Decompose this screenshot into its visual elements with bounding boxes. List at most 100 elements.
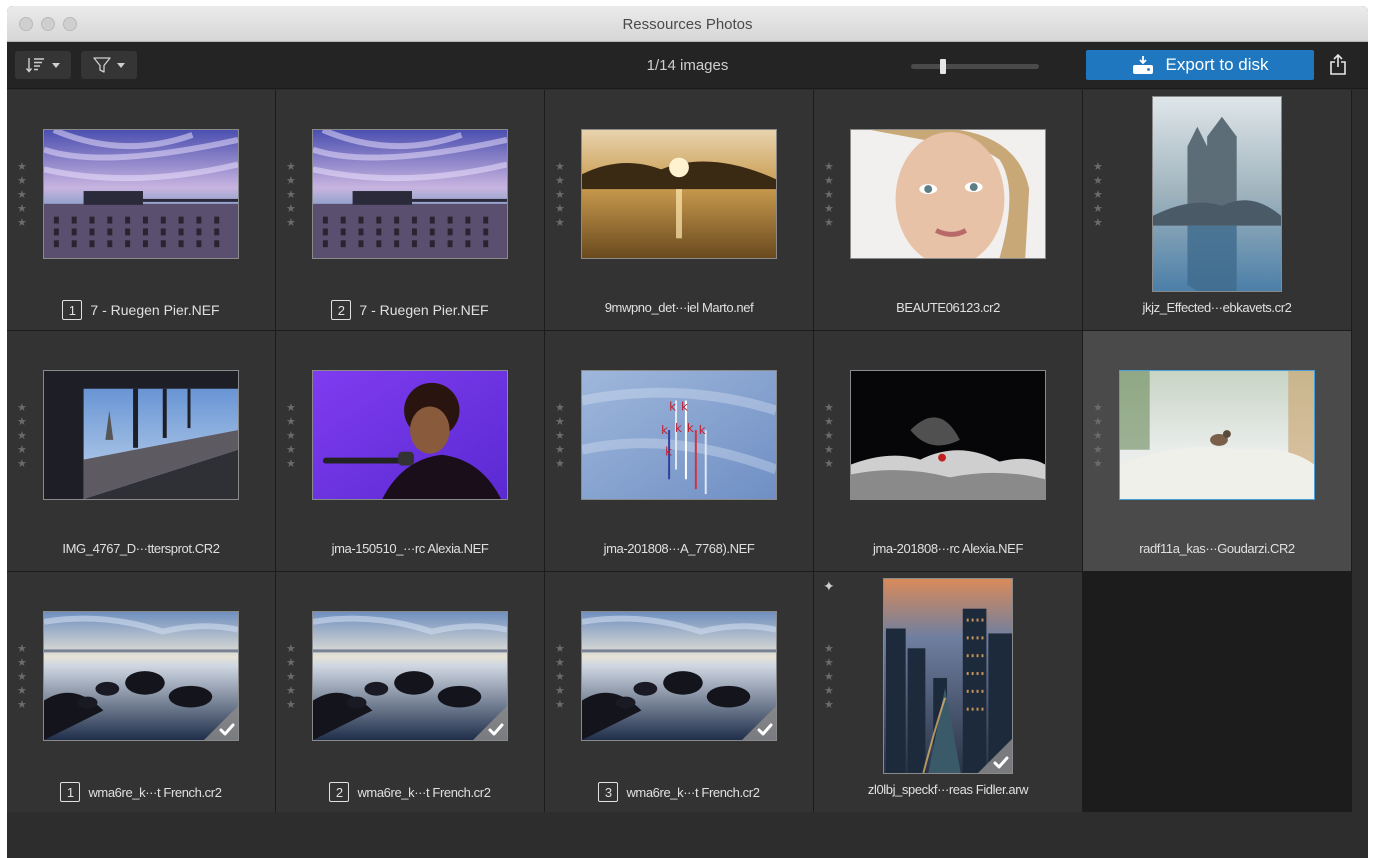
star-icon[interactable]: ★ [555, 203, 565, 216]
star-icon[interactable]: ★ [286, 657, 296, 670]
image-thumbnail[interactable] [43, 129, 239, 259]
image-thumbnail[interactable] [312, 611, 508, 741]
zoom-slider-handle[interactable] [940, 59, 946, 74]
star-icon[interactable]: ★ [824, 217, 834, 230]
star-icon[interactable]: ★ [17, 671, 27, 684]
star-rating[interactable]: ★ ★ ★ ★ ★ [286, 161, 296, 230]
star-rating[interactable]: ★ ★ ★ ★ ★ [555, 402, 565, 471]
image-thumbnail[interactable] [312, 129, 508, 259]
star-icon[interactable]: ★ [555, 657, 565, 670]
star-rating[interactable]: ★ ★ ★ ★ ★ [824, 161, 834, 230]
image-cell[interactable]: ★ ★ ★ ★ ★ 3 wma6re_k···t French.cr2 [545, 572, 813, 812]
star-icon[interactable]: ★ [1093, 458, 1103, 471]
star-icon[interactable]: ★ [824, 458, 834, 471]
image-thumbnail[interactable] [850, 129, 1046, 259]
image-thumbnail[interactable] [581, 129, 777, 259]
star-icon[interactable]: ★ [555, 189, 565, 202]
star-rating[interactable]: ★ ★ ★ ★ ★ [17, 643, 27, 712]
star-rating[interactable]: ★ ★ ★ ★ ★ [824, 643, 834, 712]
image-thumbnail[interactable] [850, 370, 1046, 500]
sort-button[interactable] [15, 51, 71, 79]
image-cell[interactable]: ★ ★ ★ ★ ★ IMG_4767_D···ttersprot.CR2 [7, 331, 275, 571]
star-icon[interactable]: ★ [17, 189, 27, 202]
checkmark-icon[interactable] [742, 706, 776, 740]
star-icon[interactable]: ★ [286, 671, 296, 684]
star-icon[interactable]: ★ [824, 161, 834, 174]
star-icon[interactable]: ★ [555, 402, 565, 415]
star-icon[interactable]: ★ [286, 699, 296, 712]
star-icon[interactable]: ★ [1093, 402, 1103, 415]
checkmark-icon[interactable] [473, 706, 507, 740]
star-icon[interactable]: ★ [17, 657, 27, 670]
star-icon[interactable]: ★ [1093, 444, 1103, 457]
image-cell[interactable]: ★ ★ ★ ★ ★ 1 wma6re_k···t French.cr2 [7, 572, 275, 812]
star-icon[interactable]: ★ [824, 685, 834, 698]
star-icon[interactable]: ★ [17, 175, 27, 188]
star-icon[interactable]: ★ [555, 430, 565, 443]
star-icon[interactable]: ★ [555, 699, 565, 712]
export-to-disk-button[interactable]: Export to disk [1086, 50, 1314, 80]
star-icon[interactable]: ★ [555, 444, 565, 457]
star-icon[interactable]: ★ [17, 430, 27, 443]
image-cell[interactable]: ★ ★ ★ ★ ★ k k k k k k k jma-201808···A_7768).NEF [545, 331, 813, 571]
star-icon[interactable]: ★ [286, 189, 296, 202]
share-button[interactable] [1318, 50, 1358, 80]
star-icon[interactable]: ★ [17, 685, 27, 698]
star-icon[interactable]: ★ [555, 161, 565, 174]
star-icon[interactable]: ★ [555, 671, 565, 684]
star-icon[interactable]: ★ [824, 643, 834, 656]
star-icon[interactable]: ★ [17, 699, 27, 712]
star-icon[interactable]: ★ [1093, 416, 1103, 429]
star-icon[interactable]: ★ [286, 402, 296, 415]
checkmark-icon[interactable] [204, 706, 238, 740]
star-icon[interactable]: ★ [824, 657, 834, 670]
star-icon[interactable]: ★ [555, 685, 565, 698]
star-icon[interactable]: ★ [286, 430, 296, 443]
star-rating[interactable]: ★ ★ ★ ★ ★ [1093, 402, 1103, 471]
star-rating[interactable]: ★ ★ ★ ★ ★ [286, 402, 296, 471]
star-icon[interactable]: ★ [555, 217, 565, 230]
image-thumbnail[interactable] [1152, 96, 1282, 292]
star-icon[interactable]: ★ [17, 458, 27, 471]
image-thumbnail[interactable] [312, 370, 508, 500]
star-rating[interactable]: ★ ★ ★ ★ ★ [555, 643, 565, 712]
star-icon[interactable]: ★ [824, 699, 834, 712]
star-rating[interactable]: ★ ★ ★ ★ ★ [286, 643, 296, 712]
image-cell[interactable]: ★ ★ ★ ★ ★ 2 wma6re_k···t French.cr2 [276, 572, 544, 812]
star-icon[interactable]: ★ [17, 416, 27, 429]
image-thumbnail[interactable] [883, 578, 1013, 774]
star-icon[interactable]: ★ [824, 175, 834, 188]
image-cell[interactable]: ★ ★ ★ ★ ★ 2 7 - Ruegen Pier.NEF [276, 90, 544, 330]
image-thumbnail[interactable] [43, 370, 239, 500]
star-icon[interactable]: ★ [824, 416, 834, 429]
star-rating[interactable]: ★ ★ ★ ★ ★ [1093, 161, 1103, 230]
star-icon[interactable]: ★ [286, 685, 296, 698]
image-cell[interactable]: ★ ★ ★ ★ ★ jma-201808···rc Alexia.NEF [814, 331, 1082, 571]
image-thumbnail[interactable] [581, 611, 777, 741]
star-icon[interactable]: ★ [17, 643, 27, 656]
star-icon[interactable]: ★ [1093, 203, 1103, 216]
image-cell[interactable]: ★ ★ ★ ★ ★ 9mwpno_det···iel Marto.nef [545, 90, 813, 330]
star-icon[interactable]: ★ [17, 203, 27, 216]
star-rating[interactable]: ★ ★ ★ ★ ★ [17, 161, 27, 230]
star-icon[interactable]: ★ [286, 416, 296, 429]
image-cell[interactable]: ★ ★ ★ ★ ★ 1 7 - Ruegen Pier.NEF [7, 90, 275, 330]
star-icon[interactable]: ★ [824, 402, 834, 415]
star-rating[interactable]: ★ ★ ★ ★ ★ [555, 161, 565, 230]
star-icon[interactable]: ★ [17, 161, 27, 174]
image-cell[interactable]: ★ ★ ★ ★ ★ BEAUTE06123.cr2 [814, 90, 1082, 330]
star-icon[interactable]: ★ [824, 444, 834, 457]
star-icon[interactable]: ★ [286, 175, 296, 188]
star-icon[interactable]: ★ [17, 444, 27, 457]
star-icon[interactable]: ★ [555, 643, 565, 656]
star-icon[interactable]: ★ [286, 203, 296, 216]
star-icon[interactable]: ★ [286, 643, 296, 656]
image-thumbnail[interactable]: kkkkkkk [581, 370, 777, 500]
image-cell[interactable]: ✦ ★ ★ ★ ★ ★ zl0lbj_speckf···reas Fidler.arw [814, 572, 1082, 812]
star-icon[interactable]: ★ [555, 416, 565, 429]
image-cell[interactable]: ★ ★ ★ ★ ★ jkjz_Effected···ebkavets.cr2 [1083, 90, 1351, 330]
filter-button[interactable] [81, 51, 137, 79]
star-icon[interactable]: ★ [824, 189, 834, 202]
star-icon[interactable]: ★ [1093, 430, 1103, 443]
star-icon[interactable]: ★ [286, 217, 296, 230]
